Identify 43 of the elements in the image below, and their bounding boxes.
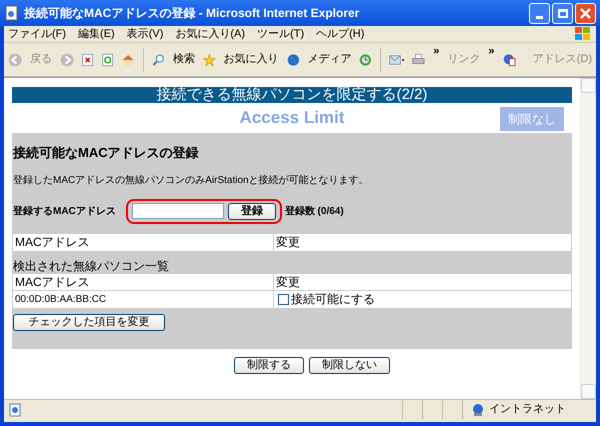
star-icon[interactable] xyxy=(202,50,216,68)
page-logo: Access Limit xyxy=(240,107,344,130)
status-badge: 制限なし xyxy=(500,107,564,131)
mac-address-field[interactable] xyxy=(132,203,224,219)
menu-item[interactable]: 表示(V) xyxy=(126,26,164,42)
security-zone: イントラネット xyxy=(489,402,566,418)
register-count: 登録数 (0/64) xyxy=(284,204,344,218)
menu-item[interactable]: ツール(T) xyxy=(257,26,304,42)
windows-logo-icon xyxy=(574,26,592,42)
menu-item[interactable]: お気に入り(A) xyxy=(175,26,246,42)
close-button[interactable] xyxy=(575,2,596,24)
close-icon xyxy=(580,8,591,18)
apply-button[interactable]: チェックした項目を変更 xyxy=(13,314,165,330)
action-button[interactable]: 制限する xyxy=(234,356,304,374)
description: 登録したMACアドレスの無線パソコンのみAirStationと接続が可能となります。 xyxy=(13,174,370,188)
media-label[interactable]: メディア xyxy=(307,51,352,68)
window-title: 接続可能なMACアドレスの登録 - Microsoft Internet Explorer xyxy=(24,5,360,22)
column-header: MACアドレス xyxy=(13,234,273,250)
register-button[interactable]: 登録 xyxy=(228,202,276,220)
network-globe-icon xyxy=(471,402,485,416)
table-cell: 00:0D:0B:AA:BB:CC xyxy=(13,290,273,308)
more-label[interactable]: » xyxy=(433,43,440,60)
menu-item[interactable]: ファイル(F) xyxy=(8,26,66,42)
minimize-button[interactable] xyxy=(529,2,550,24)
menu-item[interactable]: 編集(E) xyxy=(78,26,115,42)
column-header: 変更 xyxy=(274,234,571,250)
register-label: 登録するMACアドレス xyxy=(13,204,116,218)
column-header: 変更 xyxy=(274,274,571,290)
detected-title: 検出された無線パソコン一覧 xyxy=(13,258,170,274)
action-button[interactable]: 制限しない xyxy=(309,356,390,374)
checkbox[interactable] xyxy=(278,294,289,304)
page-banner: 接続できる無線パソコンを限定する(2/2) xyxy=(12,87,572,103)
search-label[interactable]: 検索 xyxy=(172,51,195,68)
page-icon xyxy=(4,5,20,21)
more-label[interactable]: » xyxy=(488,43,495,60)
menu-item[interactable]: ヘルプ(H) xyxy=(316,26,364,42)
address-label: アドレス(D) xyxy=(532,52,592,68)
column-header: MACアドレス xyxy=(13,274,273,290)
section-title: 接続可能なMACアドレスの登録 xyxy=(13,144,200,162)
page-icon xyxy=(8,402,22,416)
maximize-button[interactable] xyxy=(552,2,573,24)
favorites-label[interactable]: お気に入り xyxy=(224,51,279,68)
vertical-scrollbar[interactable] xyxy=(580,78,596,399)
